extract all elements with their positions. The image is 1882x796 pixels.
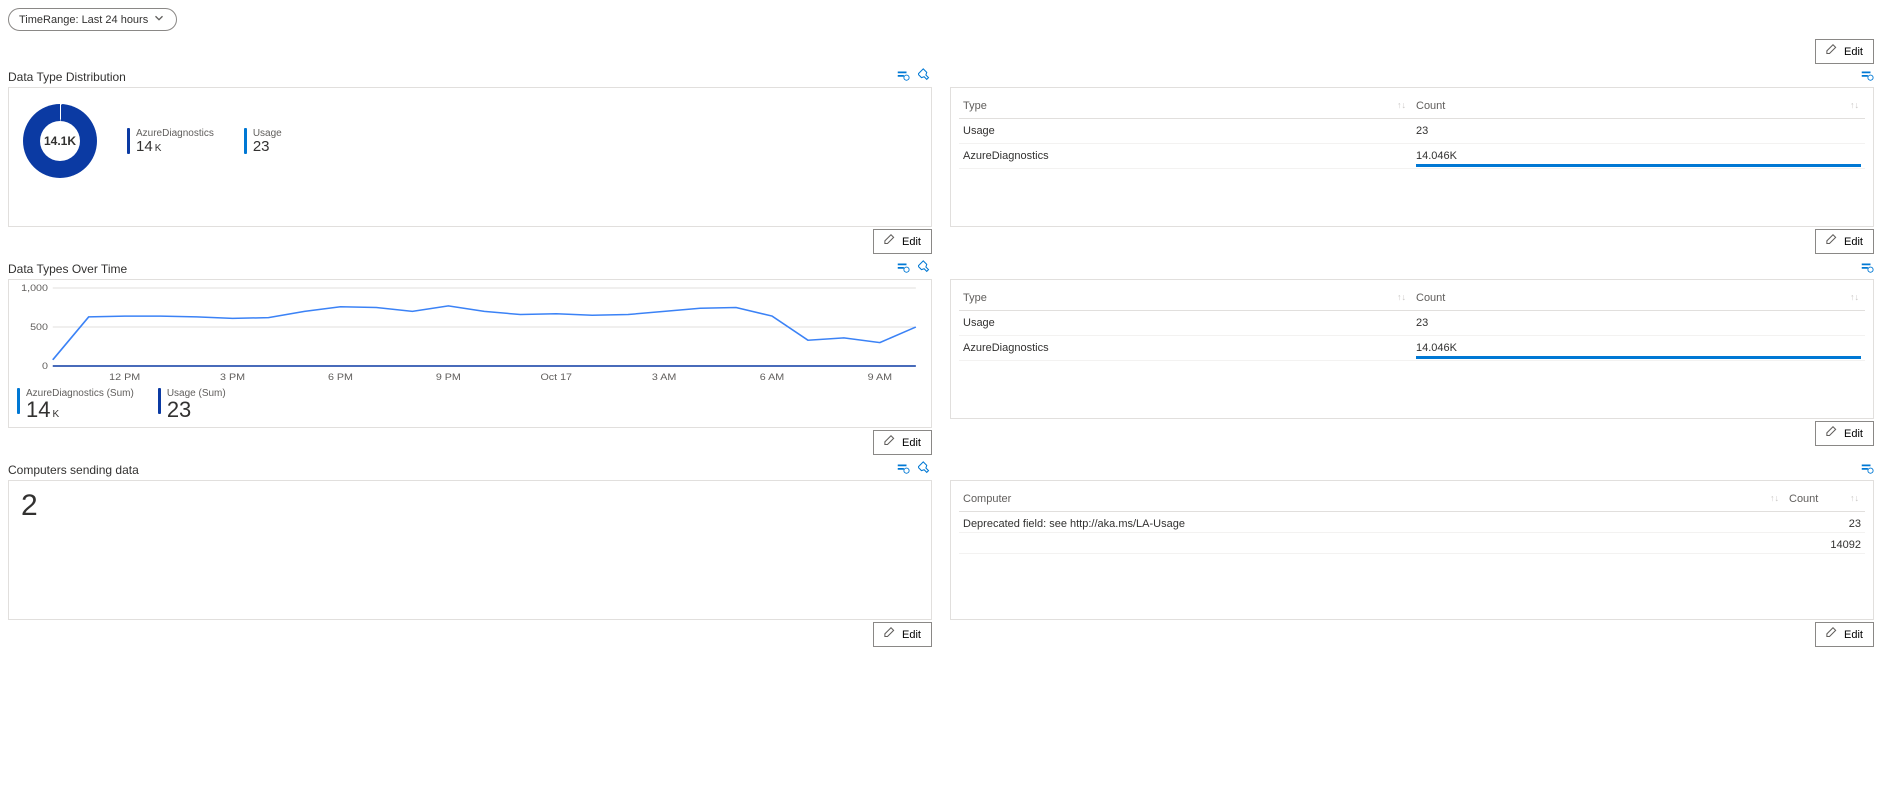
sum-item-usage: Usage (Sum) 23 (158, 388, 226, 421)
donut-center-value: 14.1K (44, 134, 76, 148)
distribution-panel: 14.1K AzureDiagnostics 14K Usage 23 (8, 87, 932, 227)
sum-item-azurediagnostics: AzureDiagnostics (Sum) 14K (17, 388, 134, 421)
legend-color-swatch (244, 128, 247, 154)
panel-edit-button[interactable]: Edit (873, 229, 932, 254)
svg-text:Oct 17: Oct 17 (540, 373, 572, 383)
logs-icon[interactable] (1860, 461, 1874, 478)
sort-icon: ↑↓ (1850, 493, 1859, 503)
cell-type: AzureDiagnostics (959, 144, 1412, 169)
cell-computer (959, 533, 1785, 554)
cell-type: Usage (959, 119, 1412, 144)
cell-count: 23 (1412, 119, 1865, 144)
col-count[interactable]: Count↑↓ (1412, 94, 1865, 119)
col-computer[interactable]: Computer↑↓ (959, 487, 1785, 512)
panel-title-distribution: Data Type Distribution (8, 70, 126, 84)
edit-icon (884, 626, 898, 643)
table-row[interactable]: Usage 23 (959, 311, 1865, 336)
legend-color-swatch (127, 128, 130, 154)
panel-title-overtime: Data Types Over Time (8, 262, 127, 276)
panel-title-computers: Computers sending data (8, 463, 139, 477)
logs-icon[interactable] (1860, 260, 1874, 277)
timerange-pill[interactable]: TimeRange: Last 24 hours (8, 8, 177, 31)
type-count-panel-1: Type↑↓ Count↑↓ Usage 23 AzureDiagnostics… (950, 87, 1874, 227)
top-edit-button[interactable]: Edit (1815, 39, 1874, 64)
panel-edit-button[interactable]: Edit (1815, 421, 1874, 446)
col-count[interactable]: Count↑↓ (1785, 487, 1865, 512)
table-row[interactable]: AzureDiagnostics 14.046K (959, 336, 1865, 361)
panel-edit-button[interactable]: Edit (873, 622, 932, 647)
legend-item-usage: Usage 23 (244, 128, 282, 154)
table-row[interactable]: AzureDiagnostics 14.046K (959, 144, 1865, 169)
logs-icon[interactable] (1860, 68, 1874, 85)
edit-icon (884, 233, 898, 250)
type-count-table: Type↑↓ Count↑↓ Usage 23 AzureDiagnostics… (959, 94, 1865, 169)
table-row[interactable]: Usage 23 (959, 119, 1865, 144)
edit-label: Edit (1844, 46, 1863, 58)
logs-icon[interactable] (896, 68, 910, 85)
logs-icon[interactable] (896, 260, 910, 277)
legend-item-azurediagnostics: AzureDiagnostics 14K (127, 128, 214, 154)
type-count-table: Type↑↓ Count↑↓ Usage 23 AzureDiagnostics… (959, 286, 1865, 361)
cell-count: 23 (1412, 311, 1865, 336)
cell-count: 14.046K (1412, 336, 1865, 361)
pin-icon[interactable] (918, 260, 932, 277)
col-type[interactable]: Type↑↓ (959, 286, 1412, 311)
computer-count-panel: Computer↑↓ Count↑↓ Deprecated field: see… (950, 480, 1874, 620)
sort-icon: ↑↓ (1397, 292, 1406, 302)
cell-count: 14092 (1785, 533, 1865, 554)
svg-text:6 AM: 6 AM (760, 373, 784, 383)
edit-icon (1826, 43, 1840, 60)
edit-icon (884, 434, 898, 451)
table-row[interactable]: 14092 (959, 533, 1865, 554)
computers-value: 2 (17, 487, 923, 525)
svg-text:1,000: 1,000 (21, 284, 48, 294)
svg-text:3 PM: 3 PM (220, 373, 245, 383)
sort-icon: ↑↓ (1850, 100, 1859, 110)
sort-icon: ↑↓ (1770, 493, 1779, 503)
table-row[interactable]: Deprecated field: see http://aka.ms/LA-U… (959, 512, 1865, 533)
legend-color-swatch (158, 388, 161, 414)
computers-panel: 2 (8, 480, 932, 620)
col-count[interactable]: Count↑↓ (1412, 286, 1865, 311)
pin-icon[interactable] (918, 68, 932, 85)
timerange-label: TimeRange: Last 24 hours (19, 14, 148, 26)
cell-type: Usage (959, 311, 1412, 336)
computer-count-table: Computer↑↓ Count↑↓ Deprecated field: see… (959, 487, 1865, 554)
svg-text:500: 500 (30, 323, 48, 333)
col-type[interactable]: Type↑↓ (959, 94, 1412, 119)
svg-text:0: 0 (42, 362, 49, 372)
type-count-panel-2: Type↑↓ Count↑↓ Usage 23 AzureDiagnostics… (950, 279, 1874, 419)
pin-icon[interactable] (918, 461, 932, 478)
svg-text:3 AM: 3 AM (652, 373, 676, 383)
panel-edit-button[interactable]: Edit (1815, 622, 1874, 647)
svg-text:9 PM: 9 PM (436, 373, 461, 383)
donut-chart: 14.1K (23, 104, 97, 178)
sort-icon: ↑↓ (1850, 292, 1859, 302)
cell-count: 14.046K (1412, 144, 1865, 169)
svg-text:6 PM: 6 PM (328, 373, 353, 383)
svg-text:12 PM: 12 PM (109, 373, 140, 383)
edit-icon (1826, 233, 1840, 250)
legend-color-swatch (17, 388, 20, 414)
cell-type: AzureDiagnostics (959, 336, 1412, 361)
svg-text:9 AM: 9 AM (868, 373, 892, 383)
edit-icon (1826, 425, 1840, 442)
panel-edit-button[interactable]: Edit (1815, 229, 1874, 254)
line-chart: 1,000 500 0 12 PM 3 PM 6 PM 9 PM Oct 17 3 AM 6 AM… (17, 284, 923, 384)
cell-count: 23 (1785, 512, 1865, 533)
logs-icon[interactable] (896, 461, 910, 478)
overtime-panel: 1,000 500 0 12 PM 3 PM 6 PM 9 PM Oct 17 3 AM 6 AM… (8, 279, 932, 428)
edit-icon (1826, 626, 1840, 643)
chevron-down-icon (152, 11, 166, 28)
sort-icon: ↑↓ (1397, 100, 1406, 110)
cell-computer: Deprecated field: see http://aka.ms/LA-U… (959, 512, 1785, 533)
panel-edit-button[interactable]: Edit (873, 430, 932, 455)
